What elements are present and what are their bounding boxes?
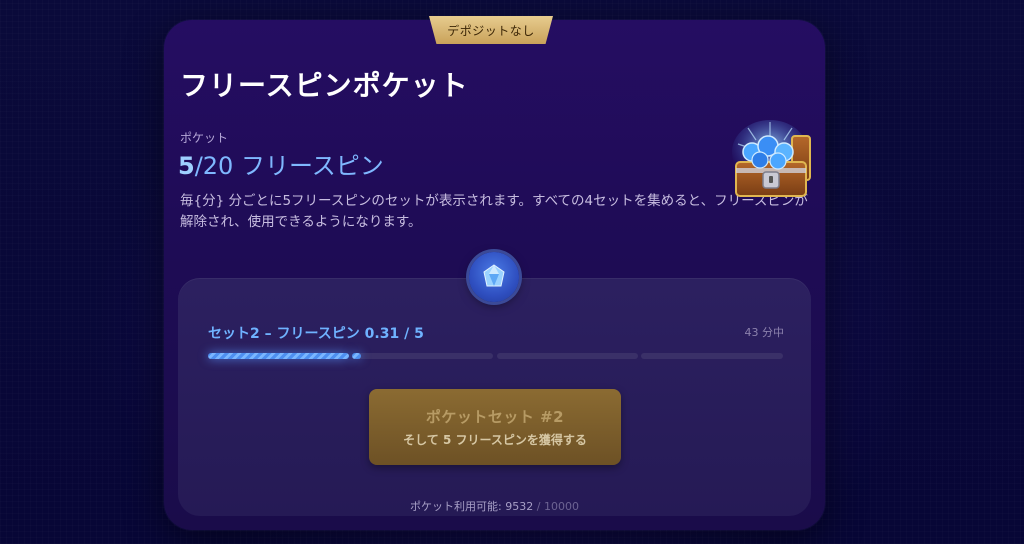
progress-segment <box>208 353 349 359</box>
availability-value: 9532 <box>505 500 534 513</box>
pocket-description: 毎{分} 分ごとに5フリースピンのセットが表示されます。すべての4セットを集める… <box>180 193 808 230</box>
pocket-availability: ポケット利用可能: 9532 / 10000 <box>164 498 825 514</box>
progress-segment <box>352 353 493 359</box>
progress-segment-fill <box>352 353 361 359</box>
progress-bar <box>208 353 783 361</box>
gem-icon <box>469 252 519 302</box>
set-progress-label: セット2 – フリースピン 0.31 / 5 <box>208 326 424 342</box>
progress-segment <box>641 353 783 359</box>
free-spin-pocket-card: フリースピンポケット ポケット 5/20 フリースピン 毎{分} 分ごとに5フリ… <box>164 20 825 530</box>
pocket-label: ポケット <box>180 131 229 145</box>
availability-total: / 10000 <box>533 500 579 513</box>
treasure-chest-icon <box>730 116 816 206</box>
claim-pocket-set-button[interactable]: ポケットセット #2 そして 5 フリースピンを獲得する <box>369 389 621 465</box>
claim-button-subtitle: そして 5 フリースピンを獲得する <box>403 433 587 447</box>
pocket-spins-current: 5 <box>178 152 195 180</box>
page-title: フリースピンポケット <box>180 69 469 102</box>
progress-segment-fill <box>208 353 349 359</box>
claim-button-title: ポケットセット #2 <box>425 408 565 426</box>
no-deposit-badge: デポジットなし <box>429 16 553 44</box>
time-remaining-label: 43 分中 <box>744 326 785 339</box>
availability-prefix: ポケット利用可能: <box>410 500 506 513</box>
pocket-spins-count: 5/20 フリースピン <box>178 146 384 181</box>
pocket-spins-rest: /20 フリースピン <box>194 152 384 180</box>
progress-segment <box>497 353 638 359</box>
